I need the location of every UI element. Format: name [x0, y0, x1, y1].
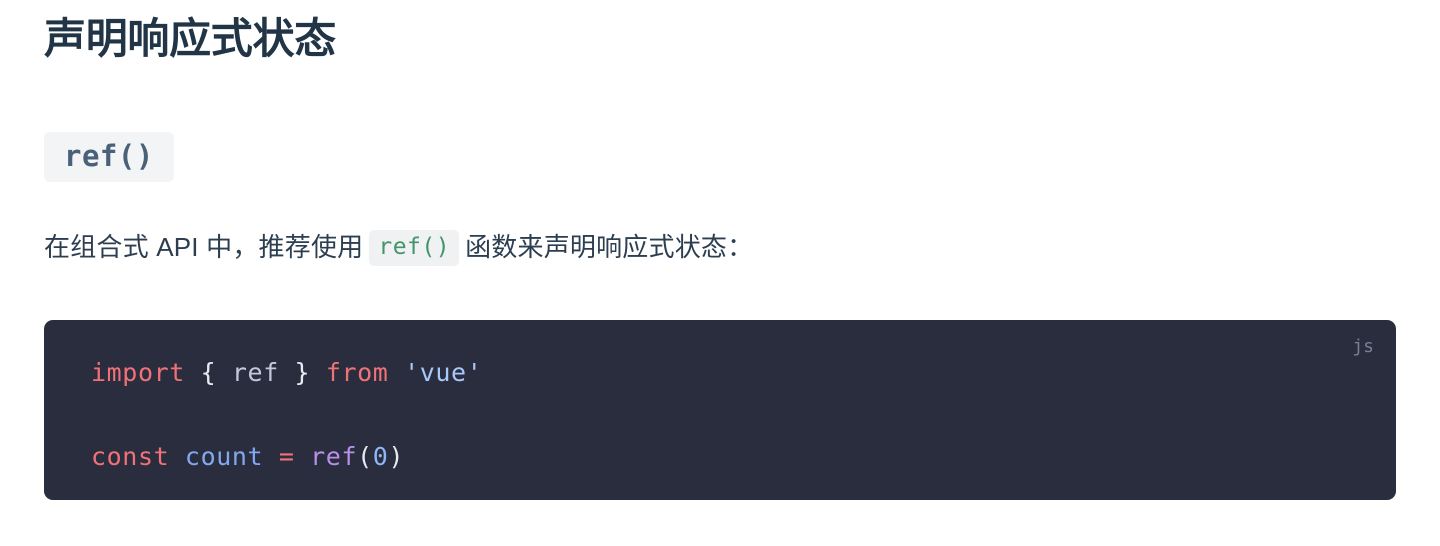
code-token-punct: ): [388, 442, 405, 471]
code-content[interactable]: import { ref } from 'vue' const count = …: [44, 320, 1396, 478]
code-line: const count = ref(0): [91, 436, 1396, 478]
page-title: 声明响应式状态: [44, 15, 336, 62]
code-token-keyword: import: [91, 358, 185, 387]
section-heading-code-badge: ref(): [44, 132, 174, 182]
section-heading: ref(): [44, 132, 1396, 182]
code-token-keyword: const: [91, 442, 170, 471]
code-token-string: 'vue': [404, 358, 483, 387]
paragraph-trail-text: 函数来声明响应式状态：: [465, 232, 754, 262]
code-root: import { ref } from 'vue' const count = …: [91, 352, 1396, 478]
code-token-number: 0: [372, 442, 389, 471]
code-token-punct: {: [200, 358, 217, 387]
code-token-plain: ref: [231, 358, 279, 387]
code-language-label: js: [1352, 336, 1374, 357]
code-line: import { ref } from 'vue': [91, 352, 1396, 394]
code-token-punct: }: [294, 358, 311, 387]
code-token-operator: =: [278, 442, 295, 471]
code-token-keyword: from: [325, 358, 389, 387]
code-token-punct: (: [357, 442, 373, 471]
code-token-variable: count: [184, 442, 264, 471]
code-token-func: ref: [310, 442, 358, 471]
inline-code-ref: ref(): [369, 230, 460, 266]
intro-paragraph: 在组合式 API 中，推荐使用 ref() 函数来声明响应式状态：: [44, 226, 1396, 268]
documentation-page: 声明响应式状态 ref() 在组合式 API 中，推荐使用 ref() 函数来声明响…: [0, 0, 1440, 546]
code-block: js import { ref } from 'vue' const count…: [44, 320, 1396, 500]
paragraph-lead-text: 在组合式 API 中，推荐使用: [44, 232, 364, 262]
